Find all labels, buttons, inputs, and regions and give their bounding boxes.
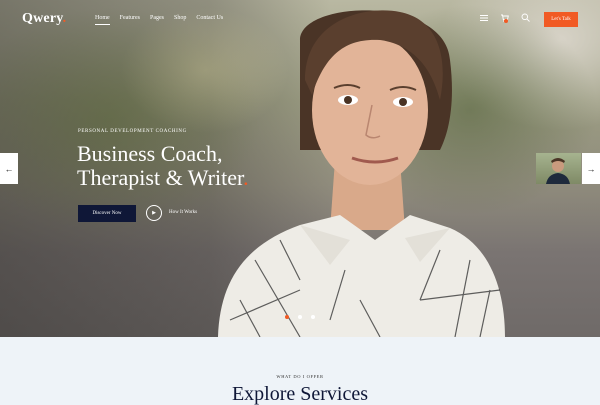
services-eyebrow: WHAT DO I OFFER <box>276 374 324 379</box>
slider-dot[interactable] <box>311 315 315 319</box>
discover-now-button[interactable]: Discover Now <box>78 205 136 222</box>
slider-dot[interactable] <box>285 315 289 319</box>
site-logo[interactable]: Qwery. <box>22 11 66 27</box>
nav-item-contact[interactable]: Contact Us <box>196 15 223 25</box>
main-nav: Home Features Pages Shop Contact Us <box>95 15 223 25</box>
lets-talk-button[interactable]: Let's Talk <box>544 12 578 27</box>
arrow-right-icon: → <box>586 163 596 174</box>
play-video-button[interactable]: ▶ <box>146 205 162 221</box>
nav-item-features[interactable]: Features <box>120 15 140 25</box>
thumbnail-portrait-image <box>546 158 570 184</box>
slider-dot[interactable] <box>298 315 302 319</box>
how-it-works-link[interactable]: How It Works <box>169 210 197 215</box>
slider-pagination <box>285 315 315 319</box>
services-title: Explore Services <box>231 383 369 405</box>
nav-item-pages[interactable]: Pages <box>150 15 164 25</box>
hero-headline-line2: Therapist & Writer <box>77 165 244 190</box>
next-slide-thumbnail[interactable] <box>536 153 581 184</box>
headline-accent-dot: . <box>243 165 249 190</box>
arrow-left-icon: ← <box>4 163 14 174</box>
menu-icon[interactable] <box>480 14 488 22</box>
nav-item-home[interactable]: Home <box>95 15 110 25</box>
hero-headline: Business Coach, Therapist & Writer. <box>77 142 249 190</box>
cart-badge <box>504 19 508 23</box>
hero-headline-line1: Business Coach, <box>77 141 223 166</box>
play-icon: ▶ <box>152 209 156 216</box>
hero-eyebrow: PERSONAL DEVELOPMENT COACHING <box>78 129 187 134</box>
slider-next-button[interactable]: → <box>582 153 600 184</box>
nav-item-shop[interactable]: Shop <box>174 15 186 25</box>
search-icon[interactable] <box>521 13 530 22</box>
slider-prev-button[interactable]: ← <box>0 153 18 184</box>
